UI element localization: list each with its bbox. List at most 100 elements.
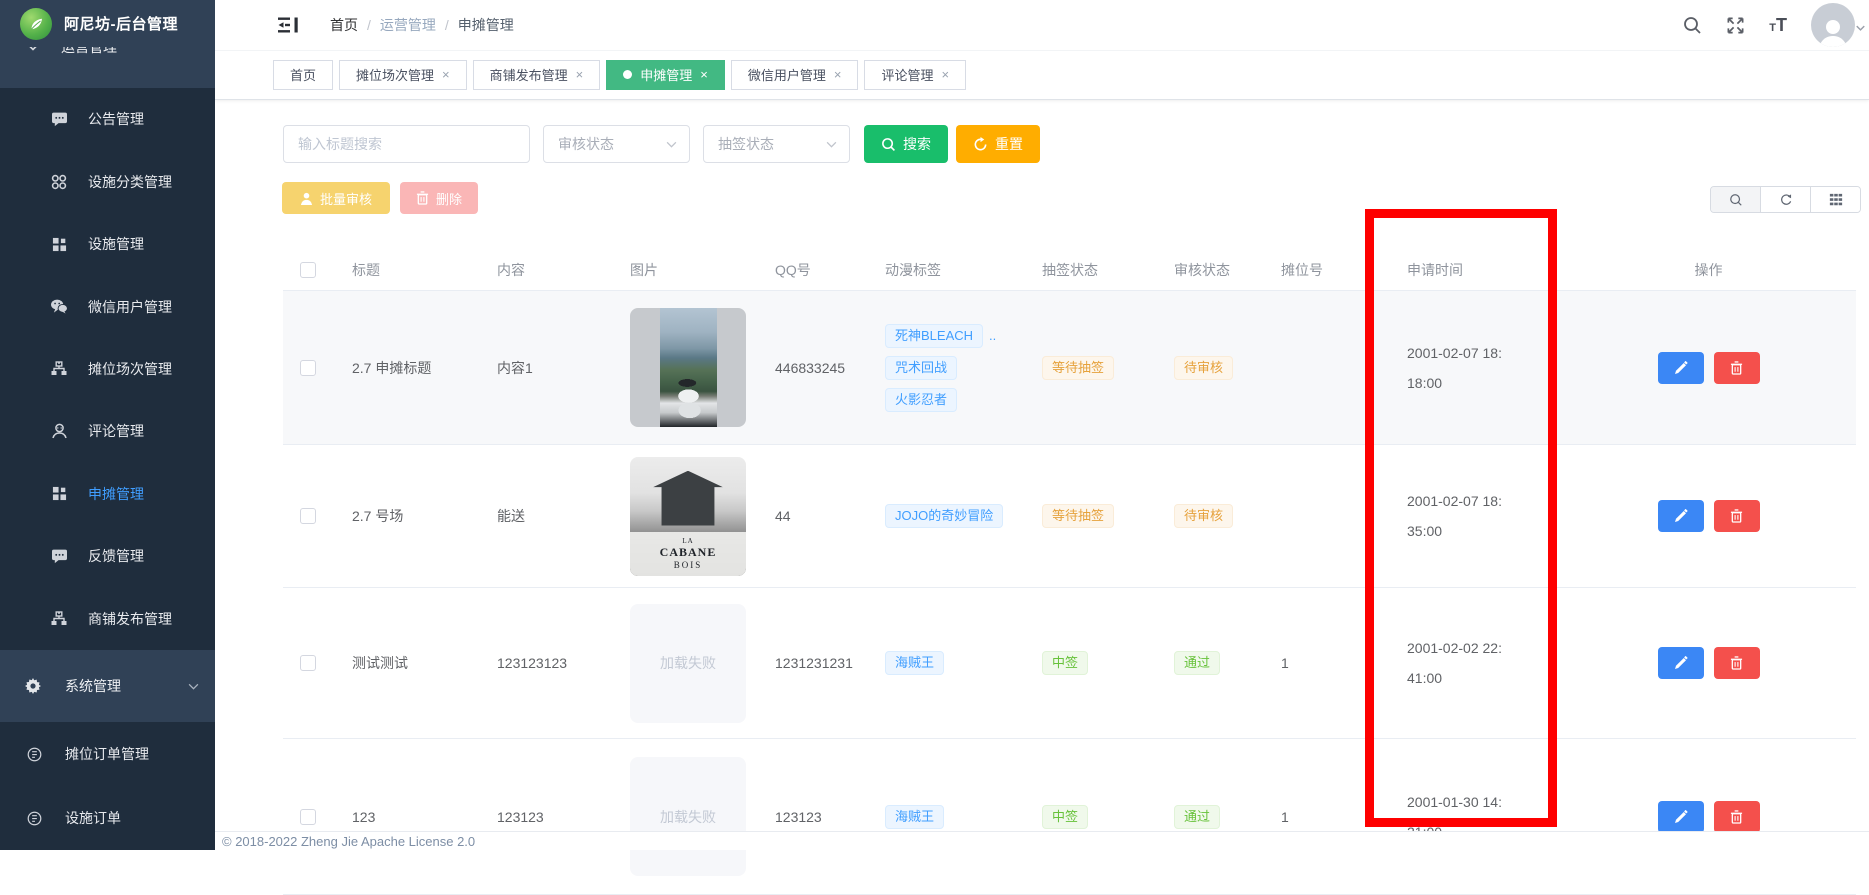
row-checkbox[interactable] (300, 360, 316, 376)
cell-content: 内容1 (497, 358, 533, 378)
comment-icon (50, 549, 68, 564)
column-header-label: 动漫标签 (885, 260, 941, 280)
column-header-label: 内容 (497, 260, 525, 280)
tab-close-icon[interactable]: × (576, 68, 584, 81)
column-header: 图片 (616, 260, 761, 280)
status-tag: JOJO的奇妙冒险 (885, 504, 1003, 528)
sidebar-item-label: 公告管理 (88, 109, 144, 129)
trash-icon (416, 191, 429, 205)
edit-button[interactable] (1658, 647, 1704, 679)
sidebar: 运营管理 阿尼坊-后台管理 公告管理设施分类管理设施管理微信用户管理摊位场次管理… (0, 0, 215, 850)
sidebar-menu-item[interactable]: 设施管理 (0, 213, 215, 275)
search-button[interactable]: 搜索 (864, 125, 948, 163)
tab[interactable]: 商铺发布管理× (473, 60, 601, 90)
draw-status-select[interactable]: 抽签状态 (703, 125, 850, 163)
bulk-approve-button[interactable]: 批量审核 (282, 182, 390, 214)
delete-button[interactable] (1714, 647, 1760, 679)
cell-draw-status: 中签 (1031, 651, 1161, 675)
tab[interactable]: 首页 (273, 60, 333, 90)
app-logo[interactable]: 阿尼坊-后台管理 (0, 0, 215, 47)
tab-close-icon[interactable]: × (700, 68, 708, 81)
tab[interactable]: 摊位场次管理× (339, 60, 467, 90)
sidebar-menu-item[interactable]: 公告管理 (0, 88, 215, 150)
thumbnail-photo (630, 308, 746, 427)
trash-icon (1730, 509, 1743, 523)
search-icon[interactable] (1683, 16, 1702, 35)
table-row: 2.7 号场能送LACABANEBOIS44JOJO的奇妙冒险等待抽签待审核20… (283, 445, 1856, 588)
cell-anime-tags: 死神BLEACH..咒术回战火影忍者 (871, 324, 1031, 412)
edit-button[interactable] (1658, 352, 1704, 384)
leaf-logo-icon (20, 8, 52, 40)
pencil-icon (1674, 509, 1688, 523)
sidebar-menu-item[interactable]: 申摊管理 (0, 463, 215, 525)
fullscreen-icon[interactable] (1726, 16, 1745, 35)
status-tag: 通过 (1174, 651, 1220, 675)
row-checkbox[interactable] (300, 655, 316, 671)
trash-icon (1730, 656, 1743, 670)
tab[interactable]: 评论管理× (864, 60, 966, 90)
tab-active[interactable]: 申摊管理× (606, 60, 725, 90)
table-row: 2.7 申摊标题内容1446833245死神BLEACH..咒术回战火影忍者等待… (283, 291, 1856, 445)
sidebar-item-label: 设施订单 (65, 808, 121, 828)
toolbar-refresh-button[interactable] (1760, 187, 1810, 212)
sidebar-menu-item[interactable]: 摊位场次管理 (0, 338, 215, 400)
cell-booth-number: 1 (1281, 655, 1289, 671)
column-header: 申请时间 (1371, 260, 1561, 280)
column-header: QQ号 (761, 260, 871, 280)
sidebar-toggle-icon[interactable] (278, 15, 300, 35)
cell-actions (1561, 352, 1856, 384)
edit-button[interactable] (1658, 500, 1704, 532)
sidebar-menu-item[interactable]: 反馈管理 (0, 525, 215, 587)
toolbar-search-toggle-button[interactable] (1711, 187, 1760, 212)
audit-status-select[interactable]: 审核状态 (543, 125, 690, 163)
sidebar-menu-item[interactable]: 商铺发布管理 (0, 588, 215, 650)
breadcrumb-home[interactable]: 首页 (330, 15, 358, 35)
font-size-icon[interactable]: TT (1769, 16, 1787, 34)
delete-button[interactable] (1714, 352, 1760, 384)
pencil-icon (1674, 656, 1688, 670)
tab[interactable]: 微信用户管理 × (731, 60, 859, 90)
breadcrumb: 首页 / 运营管理 / 申摊管理 (330, 15, 514, 35)
header-checkbox[interactable] (300, 262, 316, 278)
cell-apply-time: 2001-02-07 18:18:00 (1371, 338, 1561, 398)
row-checkbox[interactable] (300, 508, 316, 524)
thumbnail-load-error: 加载失败 (630, 604, 746, 723)
refresh-icon (973, 137, 988, 152)
delete-button[interactable] (1714, 500, 1760, 532)
navbar-actions: TT (1683, 0, 1855, 50)
cell-anime-tags: 海贼王 (871, 651, 1031, 675)
breadcrumb-separator: / (445, 17, 449, 33)
sidebar-menu-item[interactable]: 设施分类管理 (0, 150, 215, 212)
sidebar-menu-item[interactable]: 评论管理 (0, 400, 215, 462)
cell-audit-status: 通过 (1161, 651, 1271, 675)
sidebar-menu-item[interactable]: 设施订单 (0, 786, 215, 850)
row-checkbox[interactable] (300, 809, 316, 825)
wechat-icon (50, 299, 68, 314)
avatar[interactable] (1811, 3, 1855, 47)
sidebar-submenu: 公告管理设施分类管理设施管理微信用户管理摊位场次管理评论管理申摊管理反馈管理商铺… (0, 88, 215, 650)
delete-button[interactable] (1714, 801, 1760, 833)
tags-overflow-indicator: .. (989, 328, 996, 343)
sidebar-menu-item[interactable]: 微信用户管理 (0, 275, 215, 337)
load-error-label: 加载失败 (660, 653, 716, 673)
edit-button[interactable] (1658, 801, 1704, 833)
tab-close-icon[interactable]: × (941, 68, 949, 81)
sidebar-menu-item[interactable]: 摊位订单管理 (0, 722, 215, 786)
column-header-label: 图片 (630, 260, 658, 280)
pencil-icon (1674, 810, 1688, 824)
tab-close-icon[interactable]: × (834, 68, 842, 81)
tab-close-icon[interactable]: × (442, 68, 450, 81)
status-tag: 等待抽签 (1042, 504, 1114, 528)
reset-button[interactable]: 重置 (956, 125, 1040, 163)
toolbar-columns-grid-button[interactable] (1810, 187, 1860, 212)
tab-label: 微信用户管理 (748, 65, 826, 84)
select-label: 抽签状态 (718, 134, 774, 154)
poster-caption: LACABANEBOIS (630, 532, 746, 576)
thumbnail-poster: LACABANEBOIS (630, 457, 746, 576)
title-search-input[interactable] (283, 125, 530, 163)
app-title: 阿尼坊-后台管理 (64, 13, 178, 34)
bulk-delete-button[interactable]: 删除 (400, 182, 478, 214)
sidebar-group-system[interactable]: 系统管理 (0, 650, 215, 722)
data-table: 标题内容图片QQ号动漫标签抽签状态审核状态摊位号申请时间操作 2.7 申摊标题内… (283, 250, 1856, 895)
cell-qq: 1231231231 (775, 655, 853, 671)
